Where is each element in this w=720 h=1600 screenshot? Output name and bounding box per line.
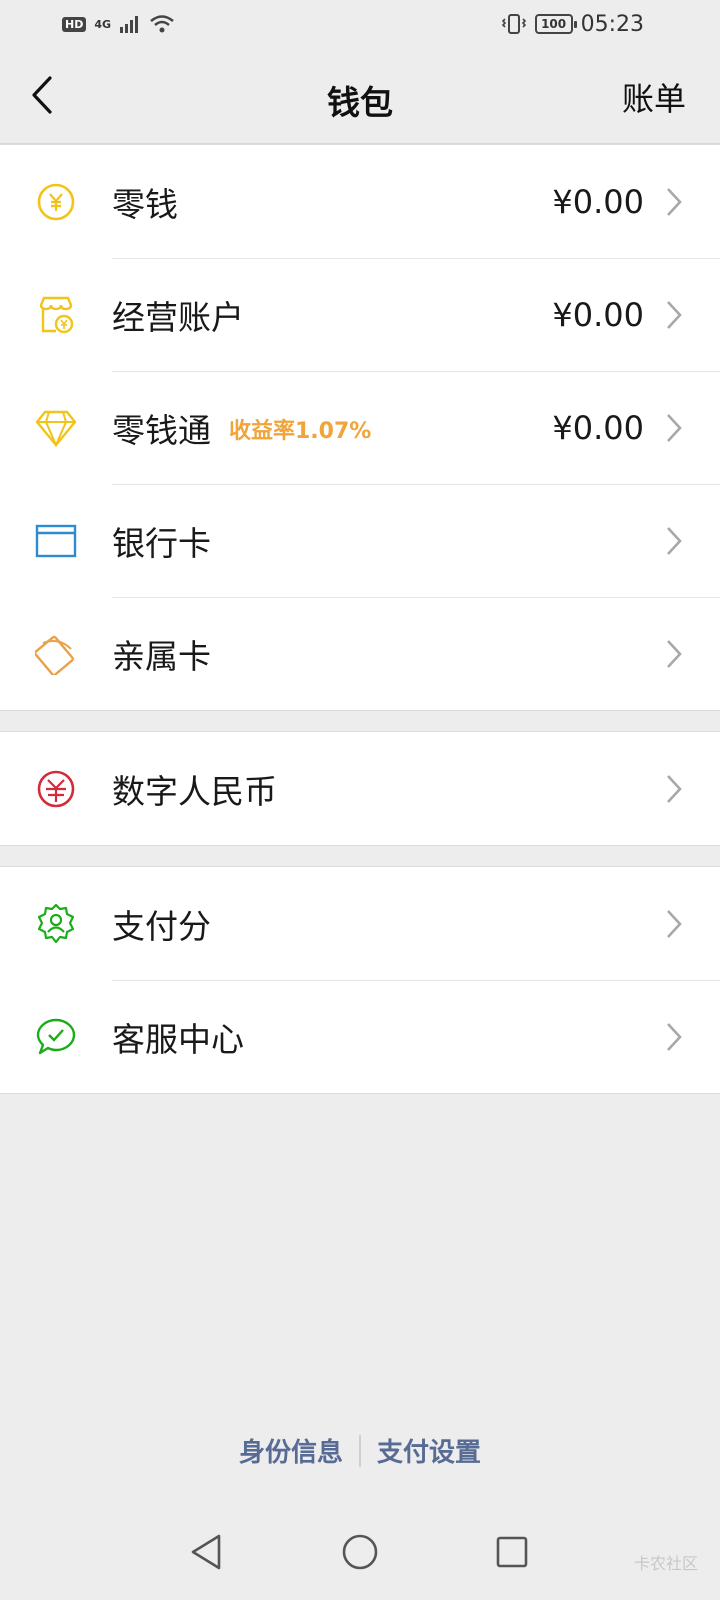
wallet-item-label: 数字人民币 xyxy=(112,771,277,811)
digital-rmb-icon xyxy=(34,767,78,811)
vibrate-icon xyxy=(501,14,526,34)
status-left: HD 4G xyxy=(62,14,175,34)
yuan-coin-icon xyxy=(34,180,78,224)
wallet-item-customer-service[interactable]: 客服中心 xyxy=(0,980,720,1093)
triangle-back-icon xyxy=(191,1534,221,1570)
wallet-item-label: 客服中心 xyxy=(112,1019,244,1059)
chevron-right-icon xyxy=(667,909,682,938)
circle-home-icon xyxy=(342,1534,378,1570)
status-bar: HD 4G 100 05:23 xyxy=(0,0,720,48)
wallet-item-label: 零钱通 收益率1.07% xyxy=(112,404,371,452)
diamond-icon xyxy=(34,406,78,450)
identity-info-link[interactable]: 身份信息 xyxy=(239,1432,343,1469)
signal-icon xyxy=(120,16,139,33)
footer-links: 身份信息 支付设置 xyxy=(0,1432,720,1469)
chevron-right-icon xyxy=(667,1022,682,1051)
wifi-icon xyxy=(150,15,174,33)
chevron-right-icon xyxy=(667,639,682,668)
wallet-item-label-text: 零钱通 xyxy=(112,410,211,450)
wallet-item-lingqiantong[interactable]: 零钱通 收益率1.07% ¥0.00 xyxy=(0,371,720,484)
wallet-item-pay-score[interactable]: 支付分 xyxy=(0,867,720,980)
wallet-item-change[interactable]: 零钱 ¥0.00 xyxy=(0,145,720,258)
wallet-item-label: 亲属卡 xyxy=(112,636,211,676)
wallet-group-services: 支付分 客服中心 xyxy=(0,866,720,1094)
balance-value: ¥0.00 xyxy=(552,295,644,334)
bill-button[interactable]: 账单 xyxy=(622,74,686,120)
system-recents-button[interactable] xyxy=(488,1528,536,1576)
wallet-item-label: 经营账户 xyxy=(112,297,244,337)
customer-service-icon xyxy=(34,1015,78,1059)
wallet-item-label: 支付分 xyxy=(112,906,211,946)
footer-divider xyxy=(359,1434,361,1467)
watermark: 卡农社区 xyxy=(633,1554,698,1573)
yield-rate-badge: 收益率1.07% xyxy=(229,418,372,444)
hd-indicator: HD xyxy=(62,16,87,32)
balance-value: ¥0.00 xyxy=(552,408,644,447)
chevron-right-icon xyxy=(667,300,682,329)
network-indicator: 4G xyxy=(94,17,112,31)
wallet-item-family-card[interactable]: 亲属卡 xyxy=(0,597,720,710)
system-navigation-bar xyxy=(0,1528,720,1588)
page-title: 钱包 xyxy=(327,83,393,122)
chevron-right-icon xyxy=(667,774,682,803)
square-recents-icon xyxy=(496,1536,528,1568)
chevron-right-icon xyxy=(667,187,682,216)
wallet-item-label: 零钱 xyxy=(112,184,178,224)
system-home-button[interactable] xyxy=(336,1528,384,1576)
bank-card-icon xyxy=(34,519,78,563)
balance-value: ¥0.00 xyxy=(552,182,644,221)
wallet-item-digital-rmb[interactable]: 数字人民币 xyxy=(0,732,720,845)
status-right: 100 05:23 xyxy=(501,12,644,37)
pay-score-icon xyxy=(34,902,78,946)
wallet-item-label: 银行卡 xyxy=(112,523,211,563)
battery-icon: 100 xyxy=(534,14,577,34)
wallet-group-digital-rmb: 数字人民币 xyxy=(0,731,720,846)
navigation-bar: 钱包 账单 xyxy=(0,48,720,144)
clock: 05:23 xyxy=(580,11,644,37)
pay-settings-link[interactable]: 支付设置 xyxy=(377,1432,481,1469)
wallet-item-business-account[interactable]: 经营账户 ¥0.00 xyxy=(0,258,720,371)
family-card-icon xyxy=(34,632,78,676)
wallet-group-main: 零钱 ¥0.00 经营账户 ¥0.00 零钱通 收益率1.07% ¥0.00 银… xyxy=(0,144,720,711)
chevron-right-icon xyxy=(667,526,682,555)
wallet-item-bank-card[interactable]: 银行卡 xyxy=(0,484,720,597)
chevron-right-icon xyxy=(667,413,682,442)
shop-account-icon xyxy=(34,293,78,337)
system-back-button[interactable] xyxy=(182,1528,230,1576)
